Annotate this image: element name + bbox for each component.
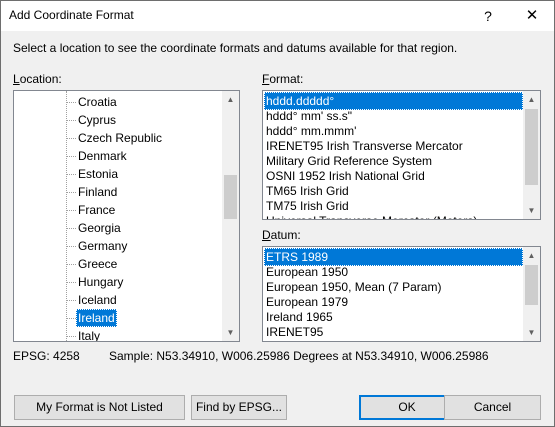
datum-list[interactable]: ETRS 1989 European 1950 European 1950, Mea… [262,246,541,342]
format-list[interactable]: hddd.ddddd° hddd° mm' ss.s" hddd° mm.mmm' I… [262,90,541,220]
location-label: Location: [13,72,62,86]
list-item[interactable]: Italy [76,327,102,341]
list-item[interactable]: Germany [76,237,129,255]
tree-connector-line [67,300,76,301]
location-tree[interactable]: Croatia Cyprus Czech Republic Denmark Estoni… [13,90,240,342]
tree-connector-line [67,336,76,337]
sample-coordinate: Sample: N53.34910, W006.25986 Degrees at… [109,349,489,363]
list-item[interactable]: Croatia [76,93,119,111]
tree-connector-line [67,174,76,175]
cancel-button[interactable]: Cancel [444,395,541,420]
scroll-thumb[interactable] [525,265,538,305]
scroll-up-icon[interactable]: ▲ [523,247,540,264]
window-title: Add Coordinate Format [9,8,134,22]
close-button[interactable]: ✕ [510,1,554,31]
list-item[interactable]: Cyprus [76,111,118,129]
list-item[interactable]: IRENET95 [264,323,523,341]
datum-scrollbar[interactable]: ▲ ▼ [523,247,540,341]
format-scrollbar[interactable]: ▲ ▼ [523,91,540,219]
add-coordinate-format-dialog: Add Coordinate Format ? ✕ Select a locat… [0,0,555,427]
scroll-up-icon[interactable]: ▲ [523,91,540,108]
location-scrollbar[interactable]: ▲ ▼ [222,91,239,341]
tree-connector-line [67,138,76,139]
tree-connector-line [67,156,76,157]
scroll-thumb[interactable] [525,109,538,185]
list-item[interactable]: France [76,201,117,219]
ok-button[interactable]: OK [359,395,455,420]
list-item[interactable]: Ireland [76,309,117,327]
list-item[interactable]: Hungary [76,273,125,291]
datum-label: Datum: [262,228,301,242]
list-item[interactable]: Universal Transverse Mercator (Meters) [264,212,523,219]
format-label: Format: [262,72,304,86]
tree-connector-line [66,91,67,341]
tree-connector-line [67,318,76,319]
tree-connector-line [67,102,76,103]
scroll-down-icon[interactable]: ▼ [523,202,540,219]
scroll-down-icon[interactable]: ▼ [222,324,239,341]
list-item[interactable]: Iceland [76,291,119,309]
scroll-up-icon[interactable]: ▲ [222,91,239,108]
epsg-code: EPSG: 4258 [13,349,80,363]
title-bar: Add Coordinate Format ? ✕ [1,1,554,31]
list-item[interactable]: Georgia [76,219,123,237]
tree-connector-line [67,246,76,247]
tree-connector-line [67,120,76,121]
list-item[interactable]: Estonia [76,165,120,183]
format-not-listed-button[interactable]: My Format is Not Listed [14,395,185,420]
scroll-thumb[interactable] [224,175,237,219]
list-item[interactable]: Finland [76,183,119,201]
tree-connector-line [67,282,76,283]
tree-connector-line [67,192,76,193]
find-by-epsg-button[interactable]: Find by EPSG... [191,395,287,420]
list-item[interactable]: Denmark [76,147,129,165]
tree-connector-line [67,228,76,229]
instructions-text: Select a location to see the coordinate … [13,41,458,55]
scroll-down-icon[interactable]: ▼ [523,324,540,341]
list-item[interactable]: Czech Republic [76,129,164,147]
tree-connector-line [67,210,76,211]
tree-connector-line [67,264,76,265]
help-button[interactable]: ? [466,1,510,31]
list-item[interactable]: Greece [76,255,119,273]
